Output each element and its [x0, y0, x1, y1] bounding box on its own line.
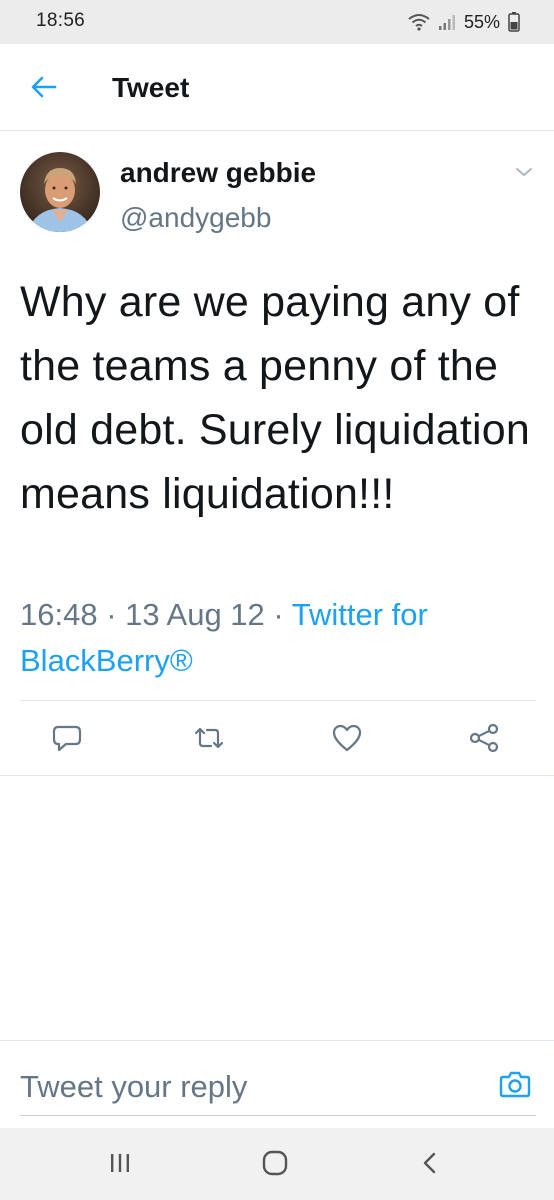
camera-icon: [499, 1069, 531, 1104]
chevron-left-icon: [420, 1151, 440, 1180]
tweet-date: 13 Aug 12: [125, 597, 265, 632]
tweet-menu-button[interactable]: [510, 160, 538, 188]
status-icons: 55%: [408, 9, 520, 35]
reply-button[interactable]: [47, 720, 87, 760]
retweet-button[interactable]: [189, 720, 229, 760]
meta-separator: ·: [264, 597, 292, 632]
system-back-button[interactable]: [410, 1148, 450, 1182]
home-button[interactable]: [255, 1148, 295, 1182]
status-bar: 18:56 55%: [0, 0, 554, 44]
chevron-down-icon: [515, 165, 533, 183]
like-button[interactable]: [327, 720, 367, 760]
tweet-text: Why are we paying any of the teams a pen…: [20, 278, 530, 518]
battery-icon: [508, 12, 520, 32]
reply-input[interactable]: [20, 1059, 480, 1116]
meta-separator: ·: [97, 597, 126, 632]
app-header: Tweet: [0, 44, 554, 131]
camera-button[interactable]: [496, 1067, 534, 1105]
divider: [0, 775, 554, 776]
avatar[interactable]: [20, 152, 100, 232]
reply-underline: [20, 1115, 536, 1116]
status-time: 18:56: [36, 10, 86, 31]
action-bar: [0, 716, 554, 762]
back-arrow-icon: [31, 76, 57, 103]
page-title: Tweet: [112, 72, 190, 103]
recent-apps-button[interactable]: [100, 1148, 140, 1182]
home-icon: [261, 1150, 289, 1181]
system-nav-bar: [0, 1128, 554, 1200]
author-handle[interactable]: @andygebb: [120, 202, 271, 234]
signal-icon: [438, 13, 456, 31]
battery-percent: 55%: [463, 11, 500, 32]
retweet-icon: [192, 724, 226, 757]
heart-icon: [332, 724, 362, 757]
tweet-time: 16:48: [20, 597, 98, 632]
share-icon: [469, 723, 499, 758]
reply-icon: [52, 723, 82, 758]
wifi-icon: [408, 13, 430, 31]
author-name[interactable]: andrew gebbie: [120, 157, 316, 189]
back-button[interactable]: [22, 69, 66, 109]
share-button[interactable]: [464, 720, 504, 760]
divider: [20, 700, 536, 701]
recent-apps-icon: [108, 1152, 132, 1179]
tweet-meta: 16:48 · 13 Aug 12 · Twitter for BlackBer…: [20, 592, 540, 684]
